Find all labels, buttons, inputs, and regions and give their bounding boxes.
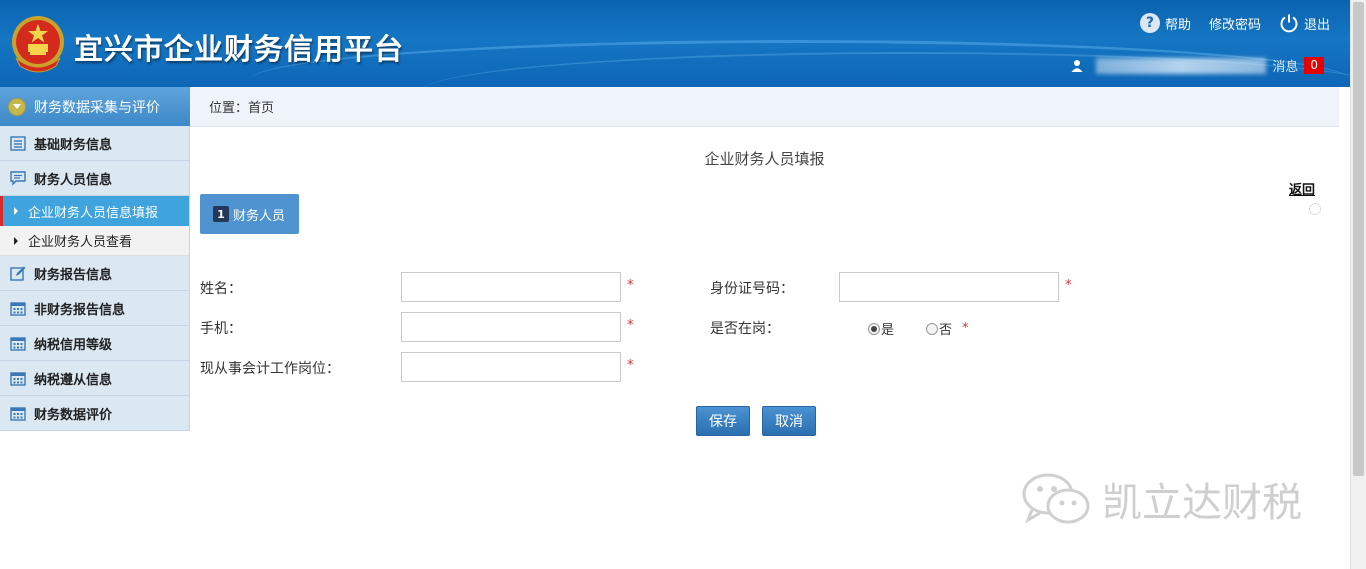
required-mark: *: [962, 321, 969, 336]
step-tab-label: 财务人员: [233, 208, 286, 224]
help-label: 帮助: [1164, 17, 1191, 33]
vertical-scrollbar[interactable]: [1350, 0, 1366, 569]
required-mark: *: [627, 318, 634, 333]
help-icon: ?: [1139, 13, 1160, 33]
phone-label: 手机：: [200, 321, 242, 337]
sidebar-section-header[interactable]: 财务数据采集与评价: [0, 87, 190, 126]
sidebar-item-label: 非财务报告信息: [34, 302, 126, 318]
sidebar-item-non-finance-report[interactable]: 非财务报告信息: [0, 291, 190, 326]
calendar-icon: [10, 406, 26, 421]
user-name-redacted: [1096, 57, 1267, 74]
on-duty-no-label[interactable]: 否: [939, 319, 952, 338]
scrollbar-thumb[interactable]: [1353, 2, 1364, 476]
app-header: 宜兴市企业财务信用平台 ? 帮助 修改密码 退出 消息 0: [0, 0, 1350, 87]
sidebar-subitem-staff-fill[interactable]: 企业财务人员信息填报: [0, 196, 190, 226]
help-link[interactable]: ? 帮助: [1139, 13, 1191, 33]
on-duty-label: 是否在岗：: [710, 321, 780, 337]
phone-input[interactable]: [401, 312, 621, 342]
user-row: 消息 0: [1070, 56, 1324, 75]
watermark: 凯立达财税: [1020, 470, 1302, 528]
caret-right-icon: [14, 207, 18, 215]
id-number-label: 身份证号码：: [710, 281, 794, 297]
sidebar-item-tax-credit[interactable]: 纳税信用等级: [0, 326, 190, 361]
sidebar-item-label: 财务人员信息: [34, 172, 113, 188]
wechat-icon: [1022, 473, 1090, 524]
sidebar-item-finance-evaluation[interactable]: 财务数据评价: [0, 396, 190, 431]
sidebar-item-label: 基础财务信息: [34, 137, 113, 153]
sidebar-item-label: 纳税遵从信息: [34, 372, 113, 388]
position-input[interactable]: [401, 352, 621, 382]
top-links: ? 帮助 修改密码 退出: [1122, 13, 1330, 33]
name-label: 姓名：: [200, 281, 242, 297]
step-number-badge: 1: [213, 206, 229, 222]
logout-label: 退出: [1303, 17, 1330, 33]
sidebar-item-label: 纳税信用等级: [34, 337, 113, 353]
edit-icon: [10, 266, 26, 281]
name-input[interactable]: [401, 272, 621, 302]
caret-right-icon: [14, 236, 18, 245]
calendar-icon: [10, 336, 26, 351]
on-duty-yes-label[interactable]: 是: [881, 319, 894, 338]
position-label: 现从事会计工作岗位：: [200, 361, 340, 377]
calendar-icon: [10, 371, 26, 386]
power-icon: [1280, 14, 1298, 33]
list-icon: [10, 135, 26, 151]
back-link[interactable]: 返回: [1289, 179, 1315, 198]
required-mark: *: [627, 358, 634, 373]
messages-count-badge[interactable]: 0: [1304, 57, 1324, 74]
sidebar-item-tax-compliance[interactable]: 纳税遵从信息: [0, 361, 190, 396]
change-password-label: 修改密码: [1208, 17, 1261, 33]
national-emblem-icon: [12, 16, 64, 73]
on-duty-radio-group: 是 否 *: [868, 319, 969, 338]
save-button[interactable]: 保存: [696, 406, 750, 436]
page-title: 企业财务人员填报: [704, 150, 825, 168]
cancel-button[interactable]: 取消: [762, 406, 816, 436]
sidebar-section-title: 财务数据采集与评价: [34, 99, 160, 116]
comment-icon: [10, 170, 26, 186]
sidebar-item-basic-finance[interactable]: 基础财务信息: [0, 126, 190, 161]
required-mark: *: [627, 278, 634, 293]
step-tab-finance-staff[interactable]: 1 财务人员: [200, 194, 299, 234]
app-title: 宜兴市企业财务信用平台: [74, 32, 405, 66]
id-number-input[interactable]: [839, 272, 1059, 302]
on-duty-yes-radio[interactable]: [868, 322, 880, 335]
user-icon: [1071, 59, 1083, 72]
breadcrumb: 位置：首页: [190, 87, 1339, 127]
sidebar-item-label: 财务数据评价: [34, 407, 113, 423]
sidebar-subitem-label: 企业财务人员信息填报: [28, 205, 159, 221]
sidebar-item-finance-report[interactable]: 财务报告信息: [0, 256, 190, 291]
change-password-link[interactable]: 修改密码: [1209, 14, 1261, 33]
sidebar: 财务数据采集与评价 基础财务信息 财务人员信息 企业财务人员信息填报 企业财务人…: [0, 87, 190, 431]
messages-label[interactable]: 消息: [1272, 56, 1298, 75]
chevron-down-icon: [8, 97, 26, 116]
back-decoration-icon: [1309, 203, 1321, 215]
sidebar-item-label: 财务报告信息: [34, 267, 113, 283]
sidebar-subitem-staff-view[interactable]: 企业财务人员查看: [0, 226, 190, 256]
sidebar-subitem-label: 企业财务人员查看: [28, 235, 133, 250]
calendar-icon: [10, 301, 26, 316]
on-duty-no-radio[interactable]: [926, 322, 939, 335]
watermark-text: 凯立达财税: [1102, 480, 1302, 526]
sidebar-item-finance-staff[interactable]: 财务人员信息: [0, 161, 190, 196]
logout-link[interactable]: 退出: [1279, 13, 1330, 33]
required-mark: *: [1065, 278, 1072, 293]
